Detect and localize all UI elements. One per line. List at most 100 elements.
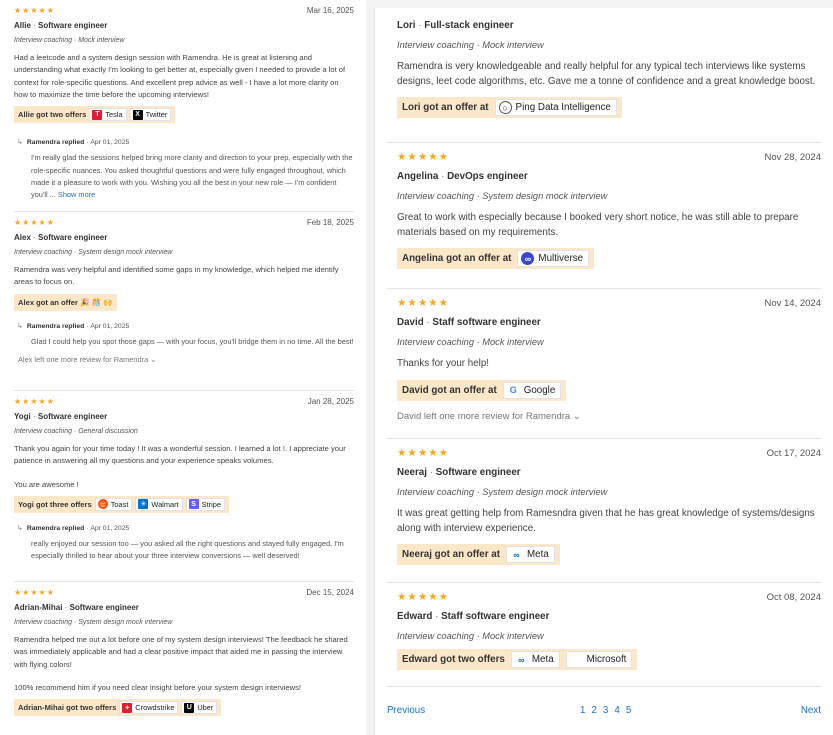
meta-logo-icon: ∞ [514, 653, 528, 666]
reply-arrow-icon: ↳ [17, 139, 23, 147]
page-link-5[interactable]: 5 [626, 705, 631, 716]
meta-logo-icon: ∞ [510, 548, 523, 561]
tesla-logo-icon: T [92, 109, 103, 120]
review-text: Had a leetcode and a system design sessi… [14, 53, 346, 99]
ping-logo-icon: ○ [498, 101, 512, 114]
star-rating: ★★★★★ [397, 447, 450, 459]
reviewer-name: David · Staff software engineer [397, 317, 541, 328]
celebration-emoji: 🎉 🎊 🙌 [80, 297, 113, 307]
microsoft-logo-icon [570, 653, 583, 666]
service-type: Interview coaching · General discussion [14, 428, 138, 435]
service-type: Interview coaching · System design mock … [397, 191, 608, 201]
reply-arrow-icon: ↳ [17, 524, 23, 532]
company-chip-uber[interactable]: U Uber [181, 701, 218, 715]
reviewer-name: Angelina · DevOps engineer [397, 171, 528, 182]
company-chip-ping[interactable]: ○ Ping Data Intelligence [494, 99, 617, 116]
service-type: Interview coaching · System design mock … [397, 487, 608, 497]
star-rating: ★★★★★ [14, 397, 55, 406]
service-type: Interview coaching · System design mock … [14, 619, 173, 626]
star-rating: ★★★★★ [397, 297, 450, 309]
offer-badge: Edward got two offers ∞ Meta Microsoft [397, 649, 638, 670]
star-rating: ★★★★★ [397, 151, 450, 163]
x-logo-icon: X [132, 109, 143, 120]
service-type: Interview coaching · Mock interview [397, 337, 544, 347]
service-type: Interview coaching · Mock interview [397, 631, 544, 641]
crowdstrike-logo-icon: ✦ [122, 702, 133, 713]
offer-badge: Allie got two offers T Tesla X Twitter [14, 106, 176, 124]
company-chip-multiverse[interactable]: ∞ Multiverse [517, 250, 590, 267]
offer-badge: David got an offer at G Google [397, 379, 567, 401]
service-type: Interview coaching · Mock interview [397, 40, 544, 50]
review-text: Thanks for your help! [397, 358, 490, 369]
company-chip-microsoft[interactable]: Microsoft [565, 651, 633, 668]
more-reviews-toggle[interactable]: Alex left one more review for Ramendra ⌄ [14, 355, 354, 364]
coach-reply: ↳ Ramendra replied · Apr 01, 2025 really … [17, 524, 344, 561]
company-chip-toast[interactable]: ◎ Toast [94, 497, 133, 511]
review-text: Ramendra is very knowledgeable and reall… [397, 61, 816, 87]
company-chip-walmart[interactable]: ✳ Walmart [135, 497, 183, 511]
page-link-3[interactable]: 3 [603, 705, 608, 716]
offer-badge: Angelina got an offer at ∞ Multiverse [397, 248, 595, 269]
review-card: ★★★★★ Dec 15, 2024 Adrian-Mihai · Softwa… [14, 582, 354, 724]
company-chip-meta[interactable]: ∞ Meta [510, 651, 560, 668]
reviewer-name: Allie · Software engineer [14, 21, 108, 30]
review-text: Ramendra helped me out a lot before one … [14, 635, 348, 669]
review-text: It was great getting help from Ramesndra… [397, 508, 815, 534]
review-date: Nov 14, 2024 [764, 297, 821, 309]
company-chip-tesla[interactable]: T Tesla [89, 108, 127, 122]
review-text: Ramendra was very helpful and identified… [14, 265, 339, 287]
page-link-4[interactable]: 4 [614, 705, 619, 716]
review-date: Oct 17, 2024 [766, 447, 821, 459]
company-chip-crowdstrike[interactable]: ✦ Crowdstrike [119, 701, 179, 715]
reviewer-name: Lori · Full-stack engineer [397, 20, 514, 31]
service-type: Interview coaching · Mock interview [14, 37, 125, 44]
company-chip-stripe[interactable]: S Stripe [185, 497, 225, 511]
next-page-link[interactable]: Next [801, 705, 821, 716]
left-review-panel: ★★★★★ Mar 16, 2025 Allie · Software engi… [0, 0, 366, 735]
review-card: ★★★★★ Nov 14, 2024 David · Staff softwar… [387, 289, 821, 439]
reply-arrow-icon: ↳ [17, 322, 23, 330]
review-date: Oct 08, 2024 [766, 591, 821, 603]
google-logo-icon: G [506, 383, 520, 397]
page-numbers: 1 2 3 4 5 [580, 705, 631, 716]
review-date: Feb 18, 2025 [306, 218, 354, 227]
offer-badge: Neeraj got an offer at ∞ Meta [397, 544, 560, 565]
offer-badge: Yogi got three offers ◎ Toast ✳ Walmart SS… [14, 495, 229, 513]
company-chip-twitter[interactable]: X Twitter [129, 108, 172, 122]
reviewer-name: Yogi · Software engineer [14, 412, 108, 421]
more-reviews-toggle[interactable]: David left one more review for Ramendra … [397, 411, 821, 422]
chevron-down-icon: ⌄ [150, 355, 157, 365]
coach-reply: ↳ Ramendra replied · Apr 01, 2025 I'm rea… [17, 139, 353, 200]
review-text: Great to work with especially because I … [397, 212, 799, 238]
right-review-panel: Lori · Full-stack engineer Interview coa… [374, 8, 833, 735]
review-date: Jan 28, 2025 [307, 397, 354, 406]
toast-logo-icon: ◎ [97, 499, 108, 510]
star-rating: ★★★★★ [14, 588, 55, 597]
review-card: ★★★★★ Oct 08, 2024 Edward · Staff softwa… [387, 583, 821, 687]
page-link-1[interactable]: 1 [580, 705, 585, 716]
review-card: ★★★★★ Nov 28, 2024 Angelina · DevOps eng… [387, 143, 821, 289]
stripe-logo-icon: S [188, 499, 199, 510]
review-card: ★★★★★ Mar 16, 2025 Allie · Software engi… [14, 0, 354, 212]
offer-badge: Alex got an offer 🎉 🎊 🙌 [14, 293, 117, 311]
coach-reply: ↳ Ramendra replied · Apr 01, 2025 Glad I … [17, 322, 354, 346]
review-card: ★★★★★ Feb 18, 2025 Alex · Software engin… [14, 212, 354, 391]
review-text-2: 100% recommend him if you need clear ins… [14, 682, 302, 692]
multiverse-logo-icon: ∞ [521, 252, 535, 265]
previous-page-link[interactable]: Previous [387, 705, 425, 716]
uber-logo-icon: U [184, 702, 195, 713]
review-text-2: You are awesome ! [14, 479, 79, 489]
review-date: Mar 16, 2025 [306, 6, 354, 15]
offer-badge: Lori got an offer at ○ Ping Data Intellig… [397, 97, 622, 118]
walmart-logo-icon: ✳ [138, 499, 149, 510]
company-chip-google[interactable]: G Google [502, 381, 562, 399]
review-card: ★★★★★ Jan 28, 2025 Yogi · Software engin… [14, 391, 354, 582]
star-rating: ★★★★★ [397, 591, 450, 603]
review-text: Thank you again for your time today ! It… [14, 444, 346, 466]
reviewer-name: Alex · Software engineer [14, 233, 108, 242]
star-rating: ★★★★★ [14, 6, 55, 15]
page-link-2[interactable]: 2 [591, 705, 596, 716]
review-card: Lori · Full-stack engineer Interview coa… [387, 8, 821, 143]
company-chip-meta[interactable]: ∞ Meta [506, 546, 555, 563]
show-more-link[interactable]: Show more [58, 190, 95, 199]
